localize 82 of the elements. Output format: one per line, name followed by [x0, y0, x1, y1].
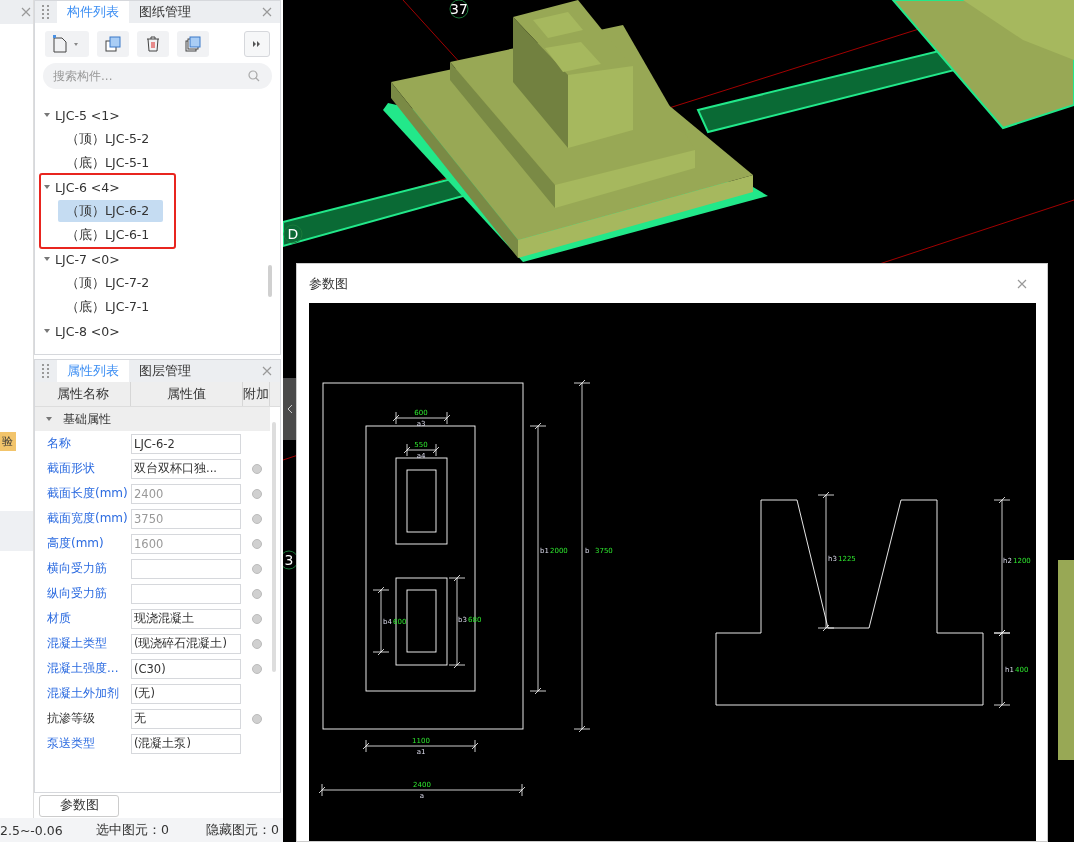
property-value-field[interactable]: 双台双杯口独... — [131, 458, 241, 479]
delete-button[interactable] — [137, 31, 169, 57]
dimension-line — [403, 443, 440, 457]
layers-icon — [185, 36, 201, 52]
parameter-diagram-button[interactable]: 参数图 — [39, 794, 119, 817]
tree-item[interactable]: （顶）LJC-6-2 — [58, 200, 163, 222]
copy-button[interactable] — [97, 31, 129, 57]
property-name: 泵送类型 — [46, 735, 96, 753]
property-value-field[interactable]: 现浇混凝土 — [131, 608, 241, 629]
property-name: 高度(mm) — [46, 535, 105, 553]
drag-handle-icon[interactable] — [41, 5, 51, 19]
column-header: 属性名称 — [35, 382, 131, 407]
panel-tab[interactable]: 图纸管理 — [129, 1, 201, 23]
copy-icon — [105, 36, 121, 52]
attach-dot-icon[interactable] — [251, 713, 262, 724]
column-header: 属性值 — [131, 382, 243, 407]
close-icon — [262, 366, 272, 377]
property-value-field[interactable] — [131, 558, 241, 579]
status-text: 2.5~-0.06 — [0, 822, 64, 838]
tree-item[interactable]: LJC-5 <1> — [55, 107, 120, 123]
double-arrow-icon — [252, 40, 262, 48]
column-header: 附加 — [243, 382, 270, 407]
dimension-line — [372, 586, 390, 656]
attach-dot-icon[interactable] — [251, 588, 262, 599]
caret-icon[interactable] — [43, 255, 51, 263]
status-text: 隐藏图元：0 — [206, 821, 280, 839]
attach-dot-icon[interactable] — [251, 638, 262, 649]
property-value-field[interactable]: (无) — [131, 683, 241, 704]
property-value-field[interactable]: (C30) — [131, 658, 241, 679]
property-name: 混凝土外加剂 — [46, 685, 120, 703]
attach-dot-icon[interactable] — [251, 463, 262, 474]
property-name: 截面宽度(mm) — [46, 510, 129, 528]
property-name: 混凝土类型 — [46, 635, 108, 653]
status-text: 选中图元：0 — [96, 821, 170, 839]
property-name: 纵向受力筋 — [46, 585, 108, 603]
attach-dot-icon[interactable] — [251, 563, 262, 574]
property-name: 抗渗等级 — [46, 710, 96, 728]
new-button[interactable] — [45, 31, 89, 57]
property-name: 材质 — [46, 610, 72, 628]
caret-icon[interactable] — [43, 111, 51, 119]
dimension-line — [392, 411, 451, 425]
drag-handle-icon[interactable] — [41, 364, 51, 379]
property-name: 截面长度(mm) — [46, 485, 129, 503]
property-name: 名称 — [46, 435, 72, 453]
panel-tab[interactable]: 图层管理 — [129, 360, 201, 383]
status-badge: 验 — [0, 432, 16, 451]
close-icon — [262, 7, 272, 17]
close-icon — [21, 7, 31, 17]
collapse-handle[interactable] — [283, 378, 296, 440]
attach-dot-icon[interactable] — [251, 663, 262, 674]
property-value-field[interactable]: LJC-6-2 — [131, 433, 241, 454]
trash-icon — [145, 36, 161, 52]
search-field[interactable]: 搜索构件... — [43, 63, 272, 89]
property-value-field[interactable]: (混凝土泵) — [131, 733, 241, 754]
axis-marker: 37 — [449, 0, 469, 19]
tree-item[interactable]: （顶）LJC-7-2 — [58, 272, 163, 294]
group-label: 基础属性 — [63, 410, 111, 428]
property-name: 横向受力筋 — [46, 560, 108, 578]
property-name: 混凝土强度... — [46, 660, 120, 678]
tree-item[interactable]: LJC-8 <0> — [55, 323, 120, 339]
tree-item[interactable]: LJC-6 <4> — [55, 179, 120, 195]
tree-item[interactable]: （底）LJC-6-1 — [58, 224, 163, 246]
axis-marker: D — [283, 224, 303, 244]
caret-icon[interactable] — [43, 327, 51, 335]
property-value-field[interactable]: 无 — [131, 708, 241, 729]
tree-item[interactable]: （顶）LJC-5-2 — [58, 128, 163, 150]
dialog-title: 参数图 — [309, 274, 348, 293]
scrollbar[interactable] — [272, 422, 276, 673]
attach-dot-icon[interactable] — [251, 613, 262, 624]
scrollbar[interactable] — [268, 265, 272, 297]
caret-icon[interactable] — [43, 183, 51, 191]
property-value-field[interactable] — [131, 583, 241, 604]
tree-item[interactable]: （底）LJC-5-1 — [58, 152, 163, 174]
duplicate-button[interactable] — [177, 31, 209, 57]
close-icon — [1017, 278, 1027, 289]
property-name: 截面形状 — [46, 460, 96, 478]
property-value-field[interactable]: (现浇碎石混凝土) — [131, 633, 241, 654]
tree-item[interactable]: （底）LJC-7-1 — [58, 296, 163, 318]
search-icon — [248, 70, 260, 82]
expand-button[interactable] — [244, 31, 270, 57]
chevron-left-icon — [286, 404, 293, 414]
tree-item[interactable]: LJC-7 <0> — [55, 251, 120, 267]
